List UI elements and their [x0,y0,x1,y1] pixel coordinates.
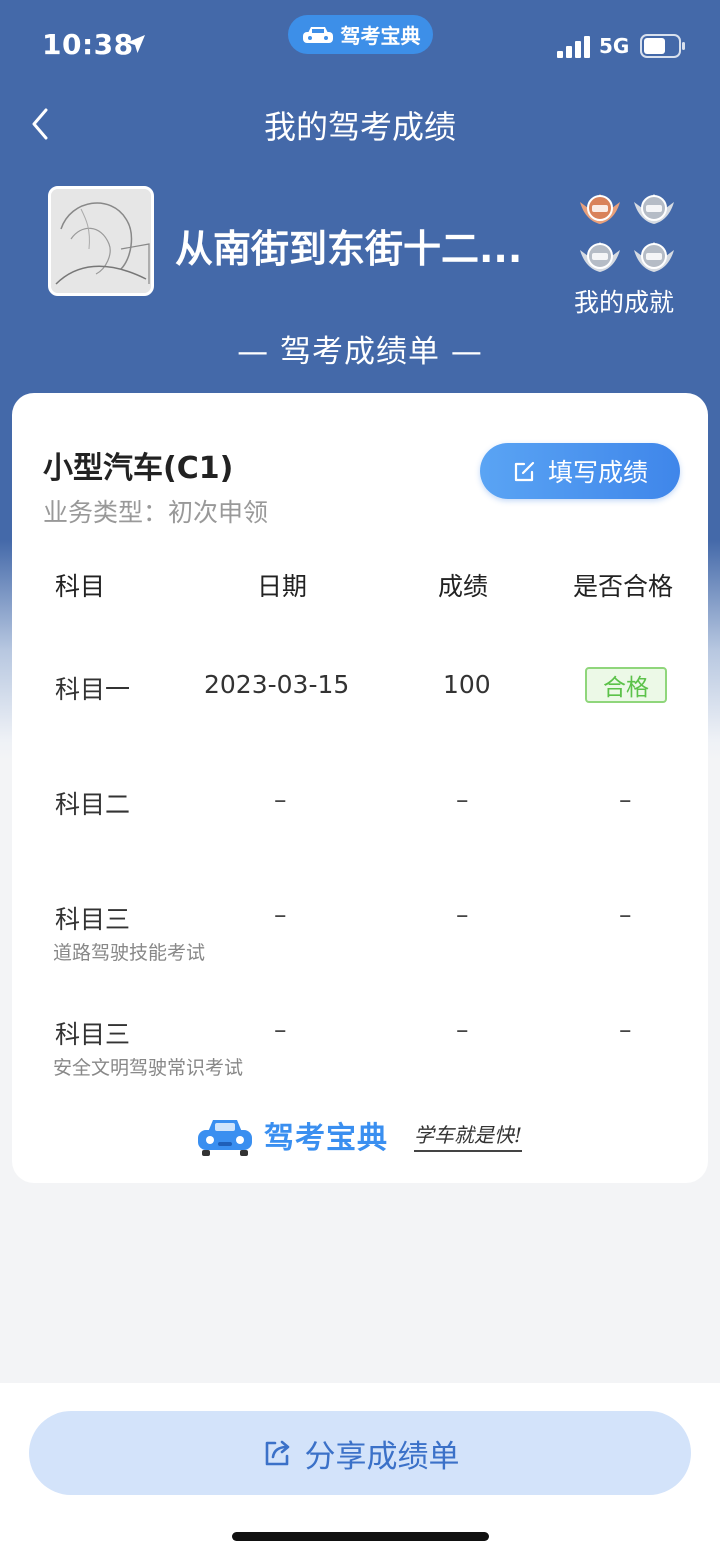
avatar-sketch-image [51,189,151,293]
username: 从南街到东街十二... [175,227,523,271]
status-cell: – [619,785,632,814]
fill-score-button[interactable]: 填写成绩 [480,443,680,499]
table-row[interactable]: 科目三 道路驾驶技能考试 – – – [12,900,708,1000]
brand-slogan: 学车就是快! [414,1119,523,1152]
score-cell: 100 [443,670,491,699]
table-row[interactable]: 科目一 2023-03-15 100 合格 [12,667,708,770]
bottom-bar: 分享成绩单 [0,1383,720,1558]
app-name: 驾考宝典 [340,24,421,48]
header-date: 日期 [257,572,308,601]
subject-cell: 科目一 [55,675,131,704]
date-cell: – [274,1015,287,1044]
business-type: 业务类型：初次申领 [43,498,269,527]
car-logo-icon [198,1120,252,1156]
table-row[interactable]: 科目二 – – – [12,785,708,885]
brand-footer: 驾考宝典 学车就是快! [196,1113,523,1157]
network-type: 5G [599,34,630,58]
score-cell: – [456,785,469,814]
subject-cell: 科目三 [55,905,131,934]
location-arrow-icon [127,35,145,53]
header-pass: 是否合格 [573,572,674,601]
car-logo-icon [302,26,333,43]
page-title: 我的驾考成绩 [263,108,456,146]
subject-cell: 科目二 [55,790,131,819]
score-cell: – [456,900,469,929]
date-cell: – [274,900,287,929]
car-type: 小型汽车(C1) [43,451,234,486]
status-cell: – [619,900,632,929]
silver-pass-medal-icon [634,194,674,224]
subject-subtitle: 安全文明驾驶常识考试 [53,1057,244,1079]
avatar[interactable] [48,186,154,296]
silver-pass-medal-icon [634,242,674,272]
brand-name: 驾考宝典 [264,1121,388,1156]
achievement-badges[interactable] [574,188,684,280]
score-card: 小型汽车(C1) 业务类型：初次申领 填写成绩 科目 日期 成绩 是否合格 科目… [12,393,708,1183]
status-bar: 10:38 驾考宝典 5G [0,0,720,90]
achievements-link[interactable]: 我的成就 [574,283,674,319]
subject-subtitle: 道路驾驶技能考试 [53,942,206,964]
date-cell: – [274,785,287,814]
signal-icon [557,36,590,58]
date-cell: 2023-03-15 [204,670,350,699]
app-indicator-pill[interactable]: 驾考宝典 [288,15,433,54]
bronze-pass-medal-icon [580,194,620,224]
status-time: 10:38 [42,28,134,61]
share-icon [265,1440,289,1466]
fill-score-label: 填写成绩 [547,458,648,487]
home-indicator[interactable] [232,1532,489,1541]
edit-icon [514,461,535,482]
header-score: 成绩 [438,572,489,601]
battery-icon [640,34,685,58]
score-cell: – [456,1015,469,1044]
table-row[interactable]: 科目三 安全文明驾驶常识考试 – – – [12,1015,708,1115]
silver-pass-medal-icon [580,242,620,272]
share-report-button[interactable]: 分享成绩单 [29,1411,691,1495]
pass-badge: 合格 [585,667,667,703]
header-subject: 科目 [55,572,106,601]
report-title: — 驾考成绩单 — [237,334,483,370]
subject-cell: 科目三 [55,1020,131,1049]
status-cell: – [619,1015,632,1044]
share-report-label: 分享成绩单 [304,1438,460,1475]
